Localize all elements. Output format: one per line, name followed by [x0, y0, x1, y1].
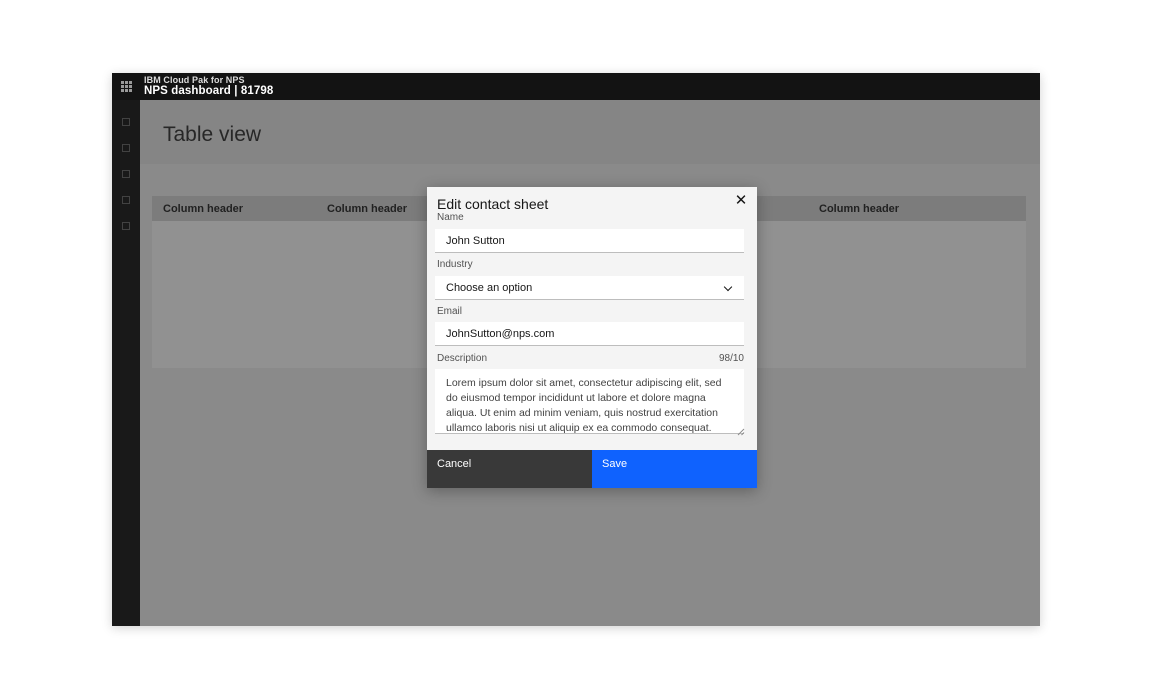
resize-handle-icon[interactable] [736, 427, 745, 436]
cancel-button[interactable]: Cancel [427, 450, 592, 488]
modal-close-button[interactable]: ✕ [729, 188, 753, 212]
sidebar-item-3[interactable] [122, 170, 130, 178]
app-header-bar: IBM Cloud Pak for NPS NPS dashboard | 81… [112, 73, 1040, 100]
square-placeholder-icon [122, 118, 130, 126]
column-header-filler [972, 196, 1026, 221]
close-icon: ✕ [735, 193, 748, 208]
page-title: Table view [163, 123, 261, 147]
industry-dropdown[interactable]: Choose an option [435, 276, 744, 300]
name-label: Name [437, 212, 464, 223]
app-switcher-button[interactable] [112, 73, 140, 100]
description-label: Description [437, 353, 487, 364]
square-placeholder-icon [122, 144, 130, 152]
column-header-5: Column header [808, 196, 972, 221]
description-textarea[interactable]: Lorem ipsum dolor sit amet, consectetur … [435, 369, 744, 434]
header-titles: IBM Cloud Pak for NPS NPS dashboard | 81… [144, 75, 273, 99]
column-header-1: Column header [152, 196, 316, 221]
email-label: Email [437, 306, 462, 317]
app-switcher-icon [121, 81, 132, 92]
modal-footer: Cancel Save [427, 450, 757, 488]
dashboard-title-text: NPS dashboard | 81798 [144, 85, 273, 98]
screenshot-canvas: IBM Cloud Pak for NPS NPS dashboard | 81… [0, 0, 1152, 699]
left-nav-rail [112, 100, 140, 626]
sidebar-item-5[interactable] [122, 222, 130, 230]
chevron-down-icon [724, 283, 732, 291]
app-name-text: IBM Cloud Pak for NPS [144, 75, 273, 85]
industry-label: Industry [437, 259, 473, 270]
description-char-counter: 98/10 [719, 353, 744, 364]
email-input[interactable] [435, 322, 744, 346]
square-placeholder-icon [122, 170, 130, 178]
sidebar-item-1[interactable] [122, 118, 130, 126]
sidebar-item-4[interactable] [122, 196, 130, 204]
name-input[interactable] [435, 229, 744, 253]
square-placeholder-icon [122, 196, 130, 204]
industry-selected-value: Choose an option [446, 282, 532, 294]
page-banner: Table view [140, 100, 1040, 164]
modal-title: Edit contact sheet [437, 196, 548, 212]
edit-contact-sheet-modal: Edit contact sheet ✕ Name Industry Choos… [427, 187, 757, 488]
save-button[interactable]: Save [592, 450, 757, 488]
sidebar-item-2[interactable] [122, 144, 130, 152]
square-placeholder-icon [122, 222, 130, 230]
